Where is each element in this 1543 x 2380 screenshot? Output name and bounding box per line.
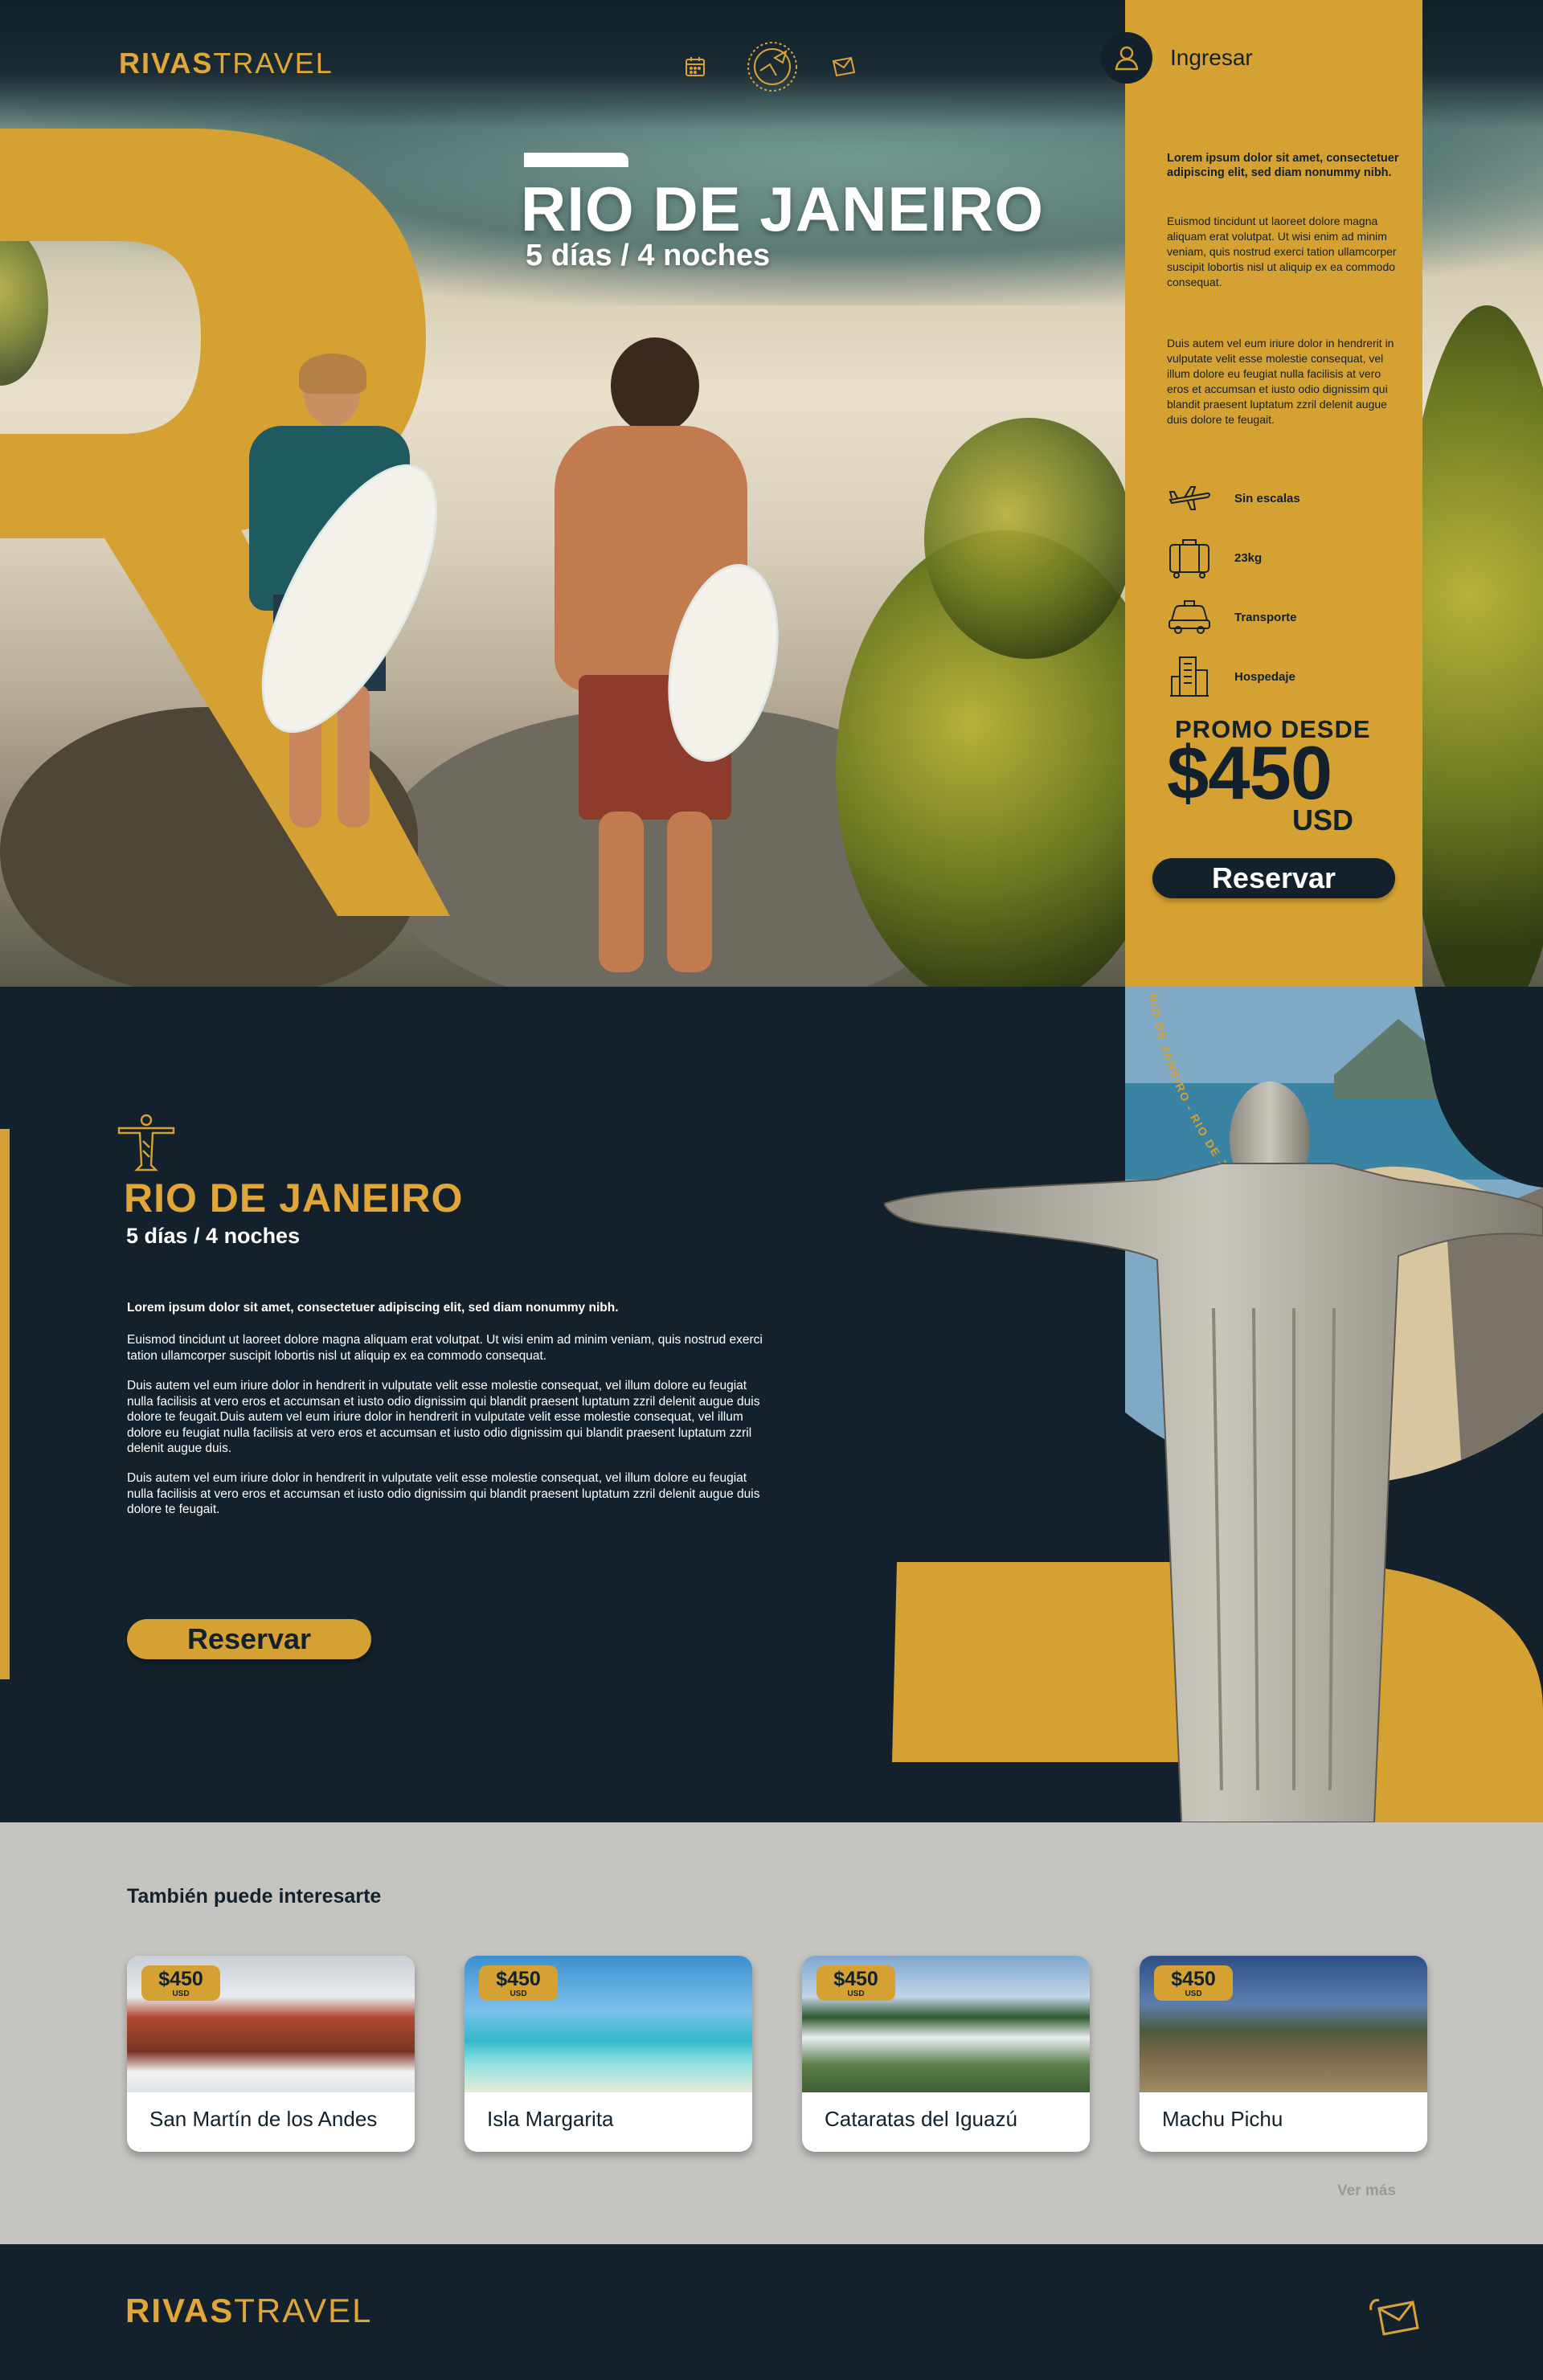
building-icon <box>1165 652 1214 701</box>
login-button[interactable]: Ingresar <box>1101 32 1253 84</box>
car-icon <box>1165 593 1214 641</box>
price-badge: $450 USD <box>479 1965 558 2001</box>
footer-logo[interactable]: RIVASTRAVEL <box>125 2292 373 2330</box>
detail-lead: Lorem ipsum dolor sit amet, consectetuer… <box>127 1301 619 1315</box>
promo-currency: USD <box>1292 804 1354 836</box>
feature-label: Hospedaje <box>1234 669 1295 684</box>
feature-label: Transporte <box>1234 610 1297 624</box>
panel-paragraph-2: Duis autem vel eum iriure dolor in hendr… <box>1167 337 1394 426</box>
detail-paragraph-3: Duis autem vel eum iriure dolor in hendr… <box>127 1471 760 1516</box>
christ-statue-icon <box>116 1112 177 1177</box>
luggage-icon <box>1165 534 1214 582</box>
feature-label: 23kg <box>1234 550 1263 565</box>
detail-paragraph-2: Duis autem vel eum iriure dolor in hendr… <box>127 1379 760 1455</box>
see-more-link[interactable]: Ver más <box>1337 2182 1396 2200</box>
panel-paragraph-1: Euismod tincidunt ut laoreet dolore magn… <box>1167 215 1397 288</box>
price-badge: $450 USD <box>1154 1965 1233 2001</box>
envelope-icon[interactable] <box>828 53 857 80</box>
feature-luggage: 23kg <box>1165 534 1262 582</box>
card-title: Machu Pichu <box>1162 2107 1283 2131</box>
reserve-button-detail[interactable]: Reservar <box>127 1619 371 1659</box>
plane-globe-icon[interactable] <box>744 39 800 95</box>
envelope-icon[interactable] <box>1366 2290 1422 2341</box>
christ-redeemer-statue <box>884 1082 1543 1822</box>
brand-logo[interactable]: RIVASTRAVEL <box>119 47 334 80</box>
feature-lodging: Hospedaje <box>1165 652 1295 701</box>
detail-paragraph-1: Euismod tincidunt ut laoreet dolore magn… <box>127 1333 763 1363</box>
reserve-button-hero[interactable]: Reservar <box>1152 858 1395 898</box>
hero-subtitle: 5 días / 4 noches <box>526 239 771 272</box>
user-icon <box>1101 32 1152 84</box>
destination-card[interactable]: $450 USD Isla Margarita <box>465 1956 752 2152</box>
page: RIVASTRAVEL RIO DE JANEIRO 5 días / 4 no… <box>0 0 1543 2380</box>
title-accent-bar <box>524 153 628 167</box>
detail-subtitle: 5 días / 4 noches <box>126 1224 301 1248</box>
calendar-icon[interactable] <box>681 53 709 80</box>
brand-light: TRAVEL <box>213 47 334 80</box>
feature-transport: Transporte <box>1165 593 1297 641</box>
detail-title: RIO DE JANEIRO <box>124 1176 464 1221</box>
panel-lead-text: Lorem ipsum dolor sit amet, consectetuer… <box>1167 152 1399 179</box>
login-label: Ingresar <box>1170 45 1253 70</box>
feature-label: Sin escalas <box>1234 491 1300 505</box>
destination-card[interactable]: $450 USD Machu Pichu <box>1140 1956 1427 2152</box>
destination-card[interactable]: $450 USD Cataratas del Iguazú <box>802 1956 1090 2152</box>
hero-title: RIO DE JANEIRO <box>521 174 1045 244</box>
suggestions-title: También puede interesarte <box>127 1885 382 1908</box>
card-title: Isla Margarita <box>487 2107 614 2131</box>
destination-card[interactable]: $450 USD San Martín de los Andes <box>127 1956 415 2152</box>
card-title: Cataratas del Iguazú <box>825 2107 1017 2131</box>
price-badge: $450 USD <box>817 1965 895 2001</box>
brand-light: TRAVEL <box>234 2292 373 2329</box>
brand-strong: RIVAS <box>119 47 214 80</box>
brand-strong: RIVAS <box>125 2292 235 2329</box>
feature-direct-flight: Sin escalas <box>1165 474 1300 522</box>
plane-icon <box>1165 474 1214 522</box>
left-accent-bar <box>0 1129 10 1679</box>
card-title: San Martín de los Andes <box>149 2107 378 2131</box>
price-badge: $450 USD <box>141 1965 220 2001</box>
